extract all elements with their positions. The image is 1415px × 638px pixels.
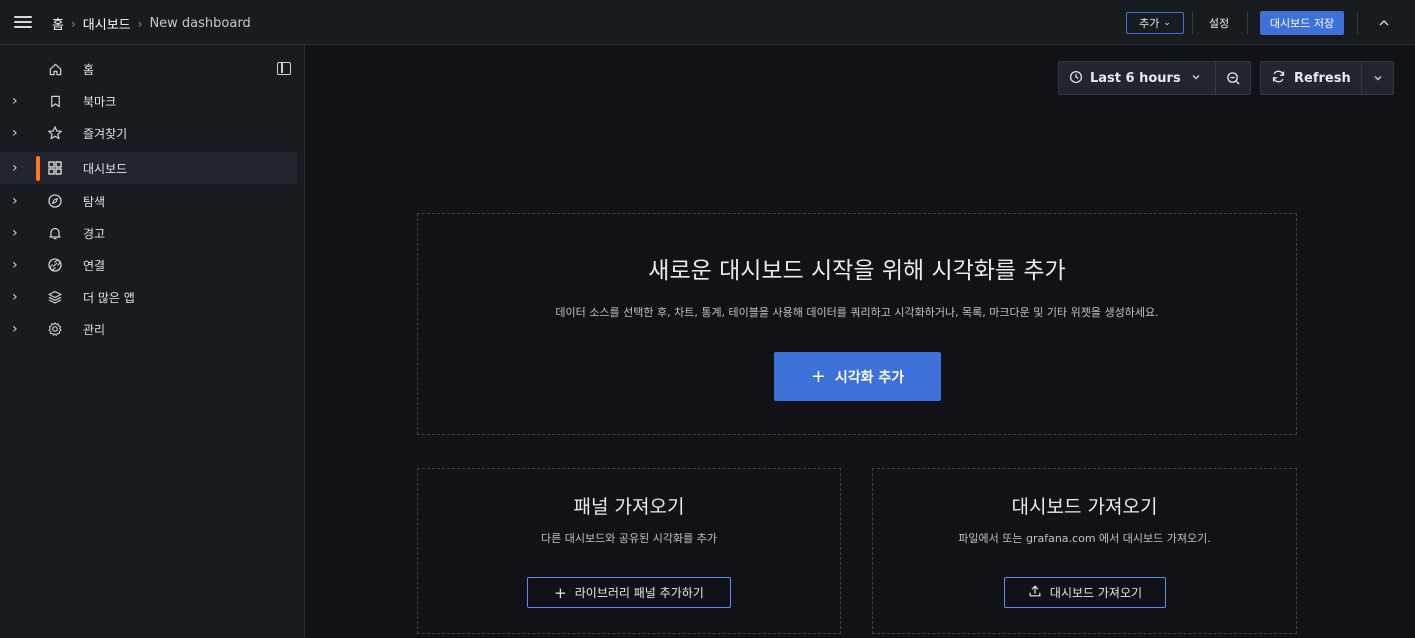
zoom-out-icon[interactable] <box>1216 62 1251 94</box>
active-indicator <box>36 156 40 181</box>
time-range-label: Last 6 hours <box>1090 70 1181 86</box>
sidebar-item-label: 북마크 <box>83 95 117 109</box>
expand-icon[interactable]: › <box>12 225 22 241</box>
sidebar-item-label: 연결 <box>83 259 106 273</box>
menu-icon[interactable] <box>12 13 34 33</box>
expand-icon[interactable]: › <box>12 93 22 109</box>
sidebar: 홈 › 북마크 › 즐겨찾기 › 대시보드 › 탐색 › 경고 › 연결 › 더… <box>0 45 305 638</box>
bookmark-icon <box>46 92 64 110</box>
dashboard-grid-icon <box>46 159 64 177</box>
sidebar-item-label: 경고 <box>83 227 106 241</box>
sidebar-item-label: 홈 <box>83 63 95 77</box>
sidebar-item-starred[interactable]: › 즐겨찾기 <box>0 117 297 149</box>
chevron-right-icon: › <box>137 16 143 31</box>
sidebar-item-label: 더 많은 앱 <box>83 291 135 305</box>
add-library-panel-label: 라이브러리 패널 추가하기 <box>574 586 704 600</box>
time-range-group: Last 6 hours <box>1058 61 1251 95</box>
settings-button[interactable]: 설정 <box>1201 12 1237 34</box>
import-dashboard-button[interactable]: 대시보드 가져오기 <box>1004 577 1166 608</box>
empty-state-title: 새로운 대시보드 시작을 위해 시각화를 추가 <box>648 258 1066 284</box>
add-library-panel-button[interactable]: + 라이브러리 패널 추가하기 <box>527 577 731 608</box>
sidebar-item-home[interactable]: 홈 <box>0 53 297 85</box>
sidebar-item-bookmarks[interactable]: › 북마크 <box>0 85 297 117</box>
divider <box>1357 12 1358 34</box>
refresh-button[interactable]: Refresh <box>1261 62 1361 94</box>
plus-icon: + <box>554 583 567 602</box>
expand-icon[interactable]: › <box>12 125 22 141</box>
sidebar-item-label: 대시보드 <box>83 162 128 176</box>
sidebar-item-explore[interactable]: › 탐색 <box>0 185 297 217</box>
add-button[interactable]: 추가 ⌄ <box>1126 12 1184 34</box>
breadcrumb: 홈 › 대시보드 › New dashboard <box>52 14 251 33</box>
top-bar: 홈 › 대시보드 › New dashboard 추가 ⌄ 설정 대시보드 저장 <box>0 0 1415 45</box>
sidebar-item-more-apps[interactable]: › 더 많은 앱 <box>0 281 297 313</box>
chevron-down-icon: ⌄ <box>1163 18 1171 28</box>
time-range-picker[interactable]: Last 6 hours <box>1059 62 1215 94</box>
chevron-down-icon <box>1191 72 1201 85</box>
empty-dashboard-panel: 새로운 대시보드 시작을 위해 시각화를 추가 데이터 소스를 선택한 후, 차… <box>417 213 1297 435</box>
add-visualization-button[interactable]: + 시각화 추가 <box>774 352 941 401</box>
refresh-icon <box>1271 69 1286 88</box>
breadcrumb-home[interactable]: 홈 <box>52 14 64 33</box>
save-dashboard-button[interactable]: 대시보드 저장 <box>1260 11 1344 35</box>
import-panel-title: 패널 가져오기 <box>573 496 685 518</box>
import-dashboard-description: 파일에서 또는 grafana.com 에서 대시보드 가져오기. <box>958 532 1211 545</box>
sidebar-item-label: 관리 <box>83 323 106 337</box>
sidebar-item-connections[interactable]: › 연결 <box>0 249 297 281</box>
link-icon <box>46 256 64 274</box>
sidebar-item-dashboards[interactable]: › 대시보드 <box>0 152 297 184</box>
expand-icon[interactable]: › <box>12 193 22 209</box>
import-dashboard-title: 대시보드 가져오기 <box>1011 496 1158 518</box>
expand-icon[interactable]: › <box>12 160 22 176</box>
expand-icon[interactable]: › <box>12 257 22 273</box>
breadcrumb-dashboards[interactable]: 대시보드 <box>83 14 131 33</box>
compass-icon <box>46 192 64 210</box>
import-dashboard-label: 대시보드 가져오기 <box>1049 586 1143 600</box>
import-dashboard-card: 대시보드 가져오기 파일에서 또는 grafana.com 에서 대시보드 가져… <box>872 468 1297 634</box>
sidebar-item-label: 탐색 <box>83 195 106 209</box>
import-panel-card: 패널 가져오기 다른 대시보드와 공유된 시각화를 추가 + 라이브러리 패널 … <box>417 468 841 634</box>
refresh-label: Refresh <box>1294 70 1351 86</box>
cog-icon <box>46 320 64 338</box>
star-icon <box>46 124 64 142</box>
add-visualization-label: 시각화 추가 <box>834 369 905 386</box>
bell-icon <box>46 224 64 242</box>
add-button-label: 추가 <box>1139 17 1160 30</box>
import-panel-description: 다른 대시보드와 공유된 시각화를 추가 <box>541 532 717 545</box>
empty-state-description: 데이터 소스를 선택한 후, 차트, 통계, 테이블을 사용해 데이터를 쿼리하… <box>555 306 1159 319</box>
sidebar-item-label: 즐겨찾기 <box>83 127 128 141</box>
divider <box>1192 12 1193 34</box>
refresh-group: Refresh <box>1260 61 1394 95</box>
clock-icon <box>1069 69 1083 88</box>
plus-icon: + <box>810 366 826 387</box>
sidebar-item-administration[interactable]: › 관리 <box>0 313 297 345</box>
chevron-up-icon[interactable] <box>1372 12 1396 34</box>
home-icon <box>46 60 64 78</box>
expand-icon[interactable]: › <box>12 321 22 337</box>
divider <box>1247 12 1248 34</box>
breadcrumb-current: New dashboard <box>149 16 251 31</box>
expand-icon[interactable]: › <box>12 289 22 305</box>
chevron-right-icon: › <box>70 16 76 31</box>
upload-icon <box>1028 584 1042 601</box>
chevron-down-icon[interactable] <box>1362 62 1394 94</box>
sidebar-item-alerting[interactable]: › 경고 <box>0 217 297 249</box>
layers-icon <box>46 288 64 306</box>
grafana-app: 홈 › 대시보드 › New dashboard 추가 ⌄ 설정 대시보드 저장… <box>0 0 1415 638</box>
